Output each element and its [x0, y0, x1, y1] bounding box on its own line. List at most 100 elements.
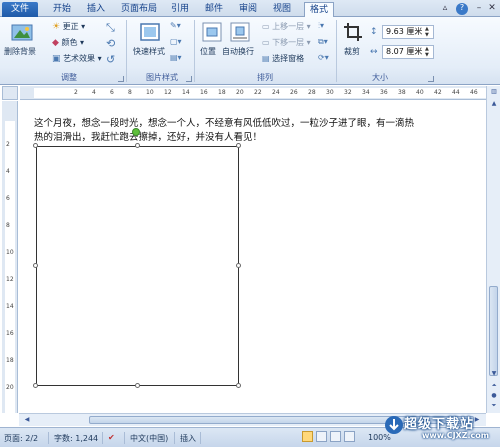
ribbon-tab-strip: 文件 开始 插入 页面布局 引用 邮件 审阅 视图 格式 ▵ ? – ✕: [0, 0, 500, 18]
ruler-number: 38: [398, 89, 406, 96]
ruler-number: 30: [326, 89, 334, 96]
word-count[interactable]: 字数: 1,244: [54, 433, 98, 444]
quick-styles-icon[interactable]: [138, 21, 162, 43]
height-spinner-icon[interactable]: ▲ ▼: [425, 26, 432, 38]
tab-file[interactable]: 文件: [2, 2, 38, 17]
sun-icon: ☀: [52, 21, 61, 32]
size-dialog-launcher[interactable]: [428, 76, 434, 82]
wrap-text-button[interactable]: 自动换行: [222, 46, 254, 57]
resize-handle-top-left[interactable]: [33, 143, 38, 148]
full-screen-reading-icon[interactable]: [316, 431, 327, 442]
scroll-down-icon[interactable]: ▼: [488, 368, 500, 379]
wrap-text-icon[interactable]: [228, 21, 252, 43]
artistic-effects-button[interactable]: ▣ 艺术效果 ▾: [52, 53, 102, 64]
selection-pane-button[interactable]: ▤ 选择窗格: [262, 53, 304, 64]
tab-insert[interactable]: 插入: [84, 2, 108, 17]
shape-width-field[interactable]: 8.07 厘米 ▲ ▼: [382, 45, 434, 59]
remove-background-button[interactable]: 删除背景: [4, 46, 36, 57]
picture-layout-icon[interactable]: ▤▾: [170, 53, 182, 62]
bring-forward-button[interactable]: ▭ 上移一层 ▾: [262, 21, 311, 32]
tab-page-layout[interactable]: 页面布局: [118, 2, 160, 17]
ruler-number: 18: [218, 89, 226, 96]
shape-height-value: 9.63 厘米: [386, 27, 423, 36]
artistic-effects-label: 艺术效果: [63, 54, 96, 63]
ruler-number: 10: [146, 89, 154, 96]
resize-handle-bottom-left[interactable]: [33, 383, 38, 388]
ruler-toggle-icon[interactable]: ▥: [488, 86, 500, 97]
resize-handle-bottom[interactable]: [135, 383, 140, 388]
tab-review[interactable]: 审阅: [236, 2, 260, 17]
crop-button[interactable]: 裁剪: [344, 46, 360, 57]
help-icon[interactable]: ?: [456, 3, 468, 15]
tab-view[interactable]: 视图: [270, 2, 294, 17]
group-separator: [194, 20, 195, 82]
remove-background-icon[interactable]: [10, 21, 34, 43]
next-page-icon[interactable]: ⏷: [488, 400, 500, 411]
width-spinner-icon[interactable]: ▲ ▼: [425, 46, 432, 58]
resize-handle-bottom-right[interactable]: [236, 383, 241, 388]
arrange-group-label: 排列: [257, 73, 273, 82]
align-icon[interactable]: ⫶▾: [318, 21, 324, 31]
resize-handle-top-right[interactable]: [236, 143, 241, 148]
send-backward-button[interactable]: ▭ 下移一层 ▾: [262, 37, 311, 48]
picture-border-icon[interactable]: ✎▾: [170, 21, 181, 30]
horizontal-ruler[interactable]: 2 4 6 8 10 12 14 16 18 20 22 24 26 28 30 32 34 36 38 40 42 44…: [20, 86, 496, 100]
quick-styles-button[interactable]: 快速样式: [133, 46, 165, 57]
shape-height-field[interactable]: 9.63 厘米 ▲ ▼: [382, 25, 434, 39]
tab-home[interactable]: 开始: [48, 2, 76, 17]
tab-selector[interactable]: [2, 86, 18, 100]
position-icon[interactable]: [200, 21, 224, 43]
document-page[interactable]: 这个月夜，想念一段时光，想念一个人，不经意有风低低吹过，一粒沙子进了眼，有一滴热…: [19, 101, 485, 413]
crop-icon[interactable]: [342, 21, 366, 43]
ruler-number: 20: [6, 384, 14, 391]
corrections-button[interactable]: ☀ 更正 ▾: [52, 21, 85, 32]
tab-format[interactable]: 格式: [304, 2, 334, 18]
language[interactable]: 中文(中国): [130, 433, 168, 444]
print-layout-view-icon[interactable]: [302, 431, 313, 442]
ruler-number: 26: [290, 89, 298, 96]
group-icon[interactable]: ⧉▾: [318, 37, 328, 47]
proofing-icon[interactable]: ✔: [108, 433, 115, 442]
scroll-left-icon[interactable]: ◀: [21, 414, 33, 425]
tab-mailings[interactable]: 邮件: [202, 2, 226, 17]
minimize-icon[interactable]: –: [474, 3, 484, 13]
resize-handle-left[interactable]: [33, 263, 38, 268]
resize-handle-right[interactable]: [236, 263, 241, 268]
rotation-handle-icon[interactable]: [132, 128, 140, 136]
position-button[interactable]: 位置: [200, 46, 216, 57]
web-layout-icon[interactable]: [330, 431, 341, 442]
picture-styles-group-label: 图片样式: [146, 73, 178, 82]
paragraph-line[interactable]: 热的泪滑出，我赶忙跑去擦掉，还好，并没有人看见！: [34, 131, 474, 145]
page-count[interactable]: 页面: 2/2: [4, 433, 38, 444]
ribbon: 删除背景 ☀ 更正 ▾ ◆ 颜色 ▾ ▣ 艺术效果 ▾ ⤡ ⟲ ↺ 调整 快速样…: [0, 17, 500, 85]
ruler-number: 8: [6, 222, 10, 229]
vertical-scrollbar[interactable]: ▥ ▲ ▼ ⏶ ● ⏷: [486, 86, 500, 413]
outline-view-icon[interactable]: [344, 431, 355, 442]
picture-effects-icon[interactable]: ▢▾: [170, 37, 182, 46]
adjust-group-label: 调整: [61, 73, 77, 82]
group-separator: [126, 20, 127, 82]
bring-forward-label: 上移一层: [272, 22, 305, 31]
scroll-up-icon[interactable]: ▲: [488, 98, 500, 109]
artistic-effects-icon: ▣: [52, 53, 61, 64]
rotate-icon[interactable]: ⟳▾: [318, 53, 329, 62]
vertical-ruler[interactable]: 2 4 6 8 10 12 14 16 18 20: [2, 101, 18, 413]
color-button[interactable]: ◆ 颜色 ▾: [52, 37, 84, 48]
selected-picture[interactable]: [36, 146, 239, 386]
ruler-number: 46: [470, 89, 478, 96]
document-text[interactable]: 这个月夜，想念一段时光，想念一个人，不经意有风低低吹过，一粒沙子进了眼，有一滴热…: [34, 117, 474, 145]
compress-pictures-icon[interactable]: ⤡: [106, 21, 115, 35]
adjust-dialog-launcher[interactable]: [118, 76, 124, 82]
close-icon[interactable]: ✕: [487, 3, 497, 13]
minimize-ribbon-icon[interactable]: ▵: [440, 3, 450, 13]
reset-picture-icon[interactable]: ↺: [106, 53, 115, 66]
selection-pane-label: 选择窗格: [272, 54, 305, 63]
paragraph-line[interactable]: 这个月夜，想念一段时光，想念一个人，不经意有风低低吹过，一粒沙子进了眼，有一滴热: [34, 117, 474, 131]
picture-styles-dialog-launcher[interactable]: [186, 76, 192, 82]
ruler-number: 18: [6, 357, 14, 364]
tab-references[interactable]: 引用: [168, 2, 192, 17]
vertical-scroll-thumb[interactable]: [489, 286, 498, 376]
change-picture-icon[interactable]: ⟲: [106, 37, 115, 50]
resize-handle-top[interactable]: [135, 143, 140, 148]
insert-mode[interactable]: 插入: [180, 433, 196, 444]
